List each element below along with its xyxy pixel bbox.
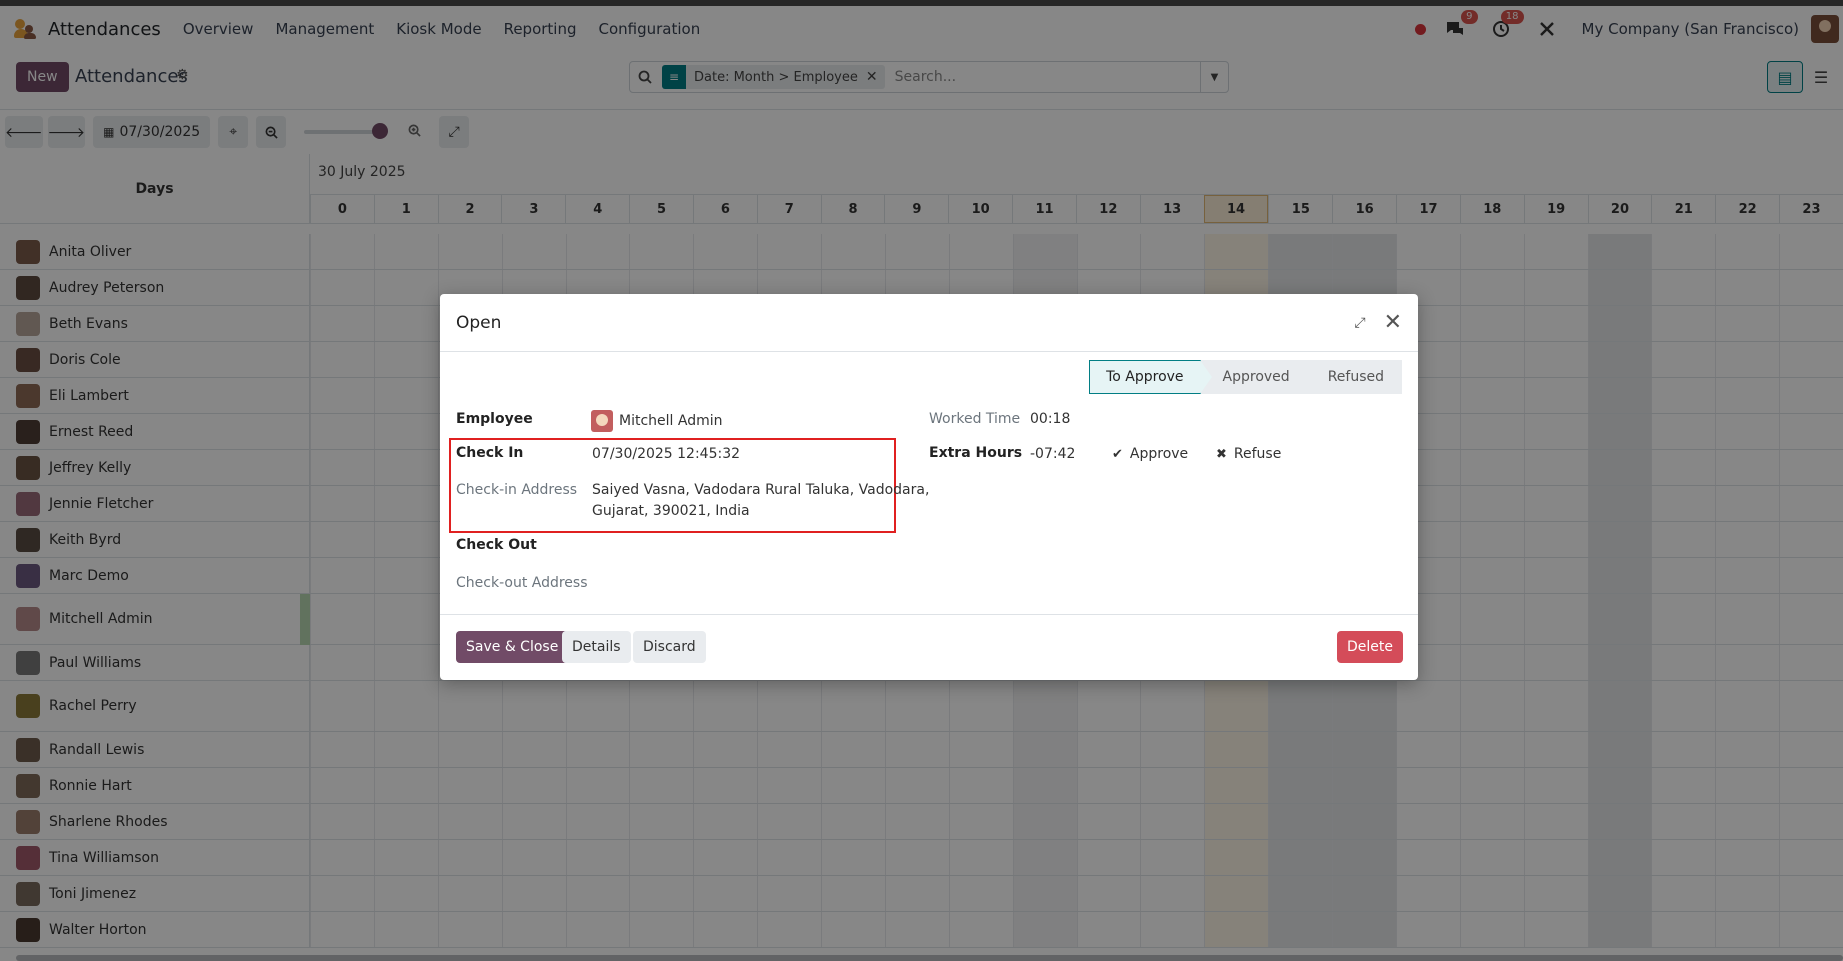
discard-button[interactable]: Discard: [633, 631, 706, 663]
check-in-label: Check In: [456, 445, 524, 461]
cross-icon: ✖: [1216, 446, 1227, 462]
worked-time-value: 00:18: [1030, 411, 1071, 427]
close-icon[interactable]: ✕: [1384, 311, 1402, 334]
check-in-address-line2[interactable]: Gujarat, 390021, India: [592, 503, 750, 519]
worked-time-label: Worked Time: [929, 411, 1021, 427]
attendance-dialog: Open ⤢ ✕ To Approve Approved Refused Emp…: [440, 294, 1418, 680]
check-in-address-label: Check-in Address: [456, 482, 578, 498]
employee-value: Mitchell Admin: [619, 413, 723, 429]
approve-label: Approve: [1129, 446, 1189, 462]
delete-button[interactable]: Delete: [1337, 631, 1403, 663]
refuse-button[interactable]: ✖ Refuse: [1216, 446, 1281, 462]
check-out-address-label: Check-out Address: [456, 575, 588, 591]
expand-dialog-icon[interactable]: ⤢: [1354, 315, 1365, 331]
details-button[interactable]: Details: [562, 631, 631, 663]
status-refused[interactable]: Refused: [1305, 360, 1402, 394]
extra-hours-value: -07:42: [1030, 446, 1076, 462]
refuse-label: Refuse: [1233, 446, 1282, 462]
dialog-title: Open: [456, 312, 502, 333]
employee-field[interactable]: Mitchell Admin: [591, 410, 723, 432]
check-out-label: Check Out: [456, 537, 537, 553]
dialog-header: Open ⤢ ✕: [440, 294, 1418, 352]
check-in-address-line1[interactable]: Saiyed Vasna, Vadodara Rural Taluka, Vad…: [592, 482, 929, 498]
check-icon: ✔: [1112, 446, 1123, 462]
approve-button[interactable]: ✔ Approve: [1112, 446, 1188, 462]
check-in-field[interactable]: 07/30/2025 12:45:32: [592, 446, 740, 462]
employee-label: Employee: [456, 411, 533, 427]
status-bar: To Approve Approved Refused: [1089, 360, 1402, 394]
status-to-approve[interactable]: To Approve: [1089, 360, 1213, 394]
save-close-button[interactable]: Save & Close: [456, 631, 569, 663]
status-approved[interactable]: Approved: [1200, 360, 1318, 394]
employee-avatar: [591, 410, 613, 432]
dialog-footer: Save & Close Details Discard Delete: [440, 614, 1418, 680]
extra-hours-label: Extra Hours: [929, 445, 1023, 461]
